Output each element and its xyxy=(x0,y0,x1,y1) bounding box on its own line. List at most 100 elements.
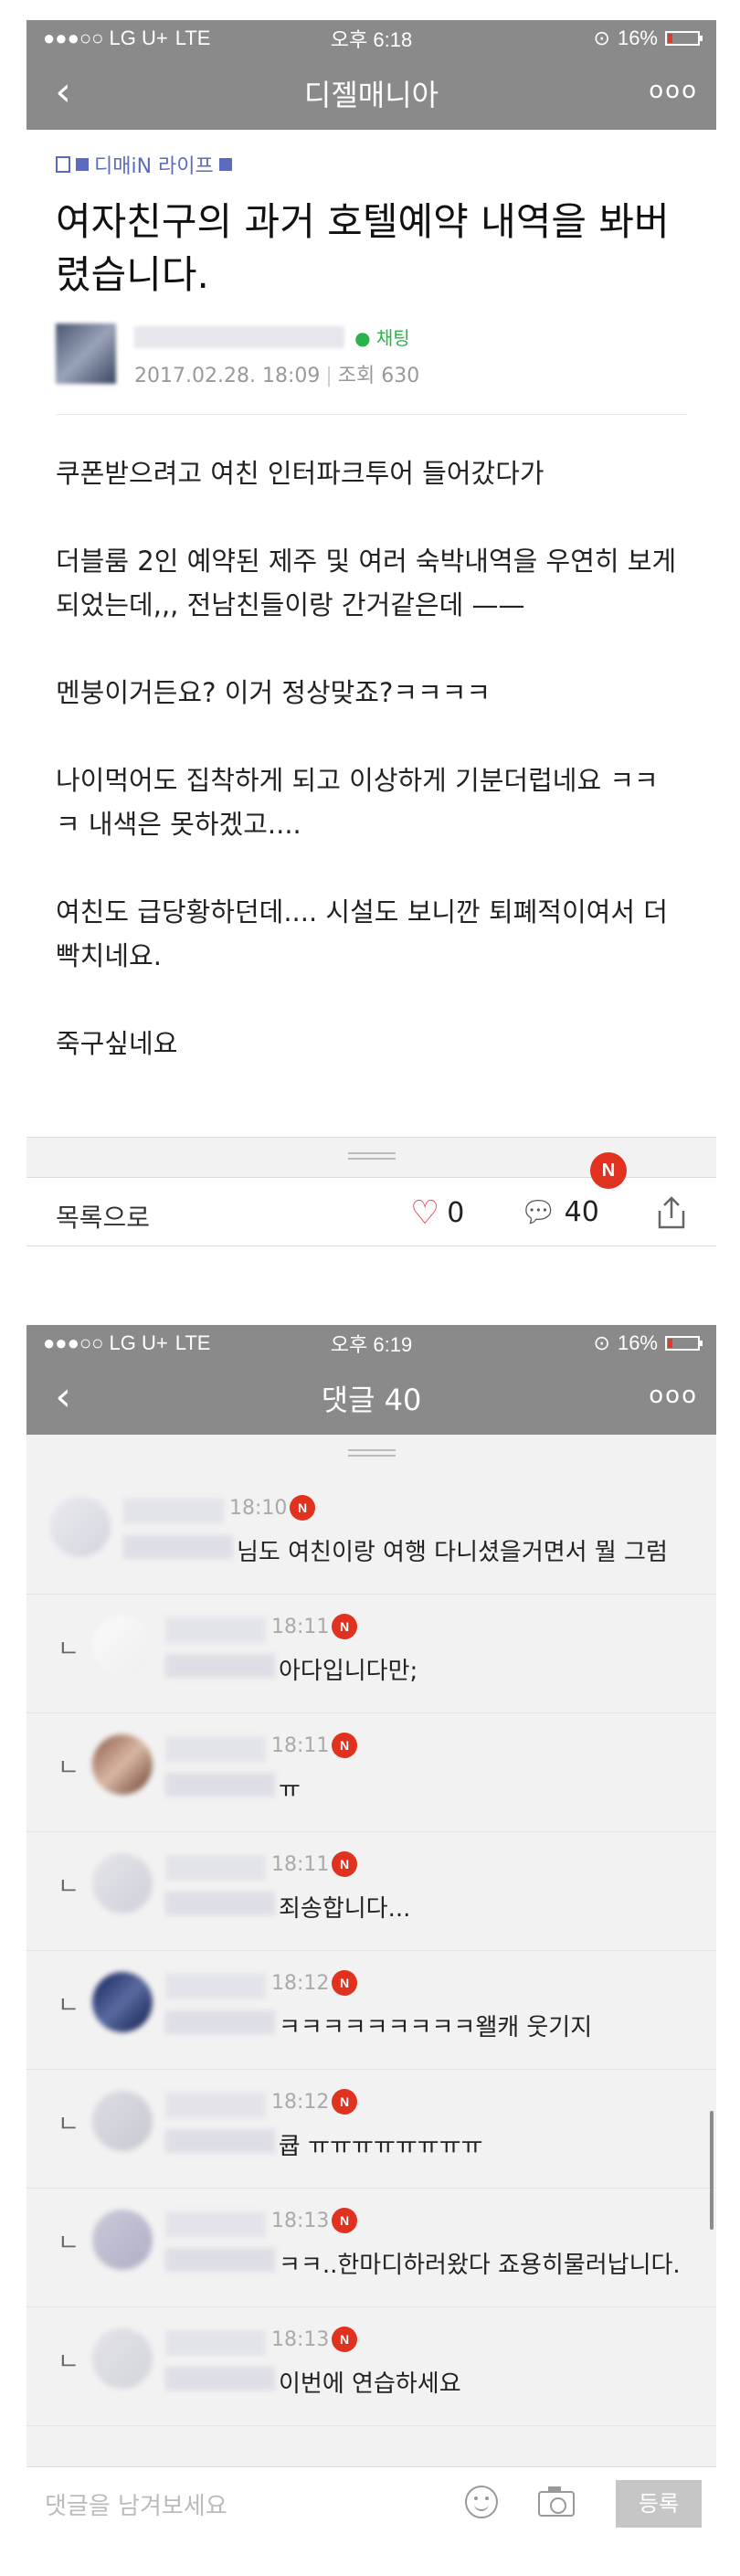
comment-list: 18:10 N 님도 여친이랑 여행 다니셨을거면서 뭘 그럼 ㄴ 18:11 N 아다입니… xyxy=(26,1475,716,2467)
heart-icon: ♡ xyxy=(410,1194,440,1232)
submit-button[interactable]: 등록 xyxy=(616,2480,702,2528)
avatar[interactable] xyxy=(92,2210,153,2270)
comment-time: 18:13 xyxy=(271,2210,330,2232)
emoji-icon[interactable] xyxy=(465,2486,498,2518)
new-badge: N xyxy=(332,2208,357,2233)
commenter-name[interactable] xyxy=(165,2211,266,2237)
battery-percent: 16% xyxy=(617,27,658,49)
comment-text: 님도 여친이랑 여행 다니셨을거면서 뭘 그럼 xyxy=(237,1539,668,1566)
comment-input[interactable]: 댓글을 남겨보세요 xyxy=(45,2487,227,2521)
avatar[interactable] xyxy=(92,2091,153,2151)
comment-item[interactable]: ㄴ 18:13 N ㅋㅋ..한마디하러왔다 죠용히물러납니다. xyxy=(26,2188,716,2307)
document-icon xyxy=(56,156,70,173)
reply-arrow-icon: ㄴ xyxy=(58,1636,79,1663)
body-paragraph: 나이먹어도 집착하게 되고 이상하게 기분더럽네요 ㅋㅋㅋ 내색은 못하겠고..… xyxy=(56,765,659,840)
commenter-name[interactable] xyxy=(123,1499,224,1524)
redacted-text xyxy=(123,1535,233,1559)
like-button[interactable]: ♡ 0 xyxy=(410,1194,464,1232)
post-screen: ●●●○○ LG U+ LTE 오후 6:18 ⊙ 16% ‹ 디젤매니아 oo… xyxy=(26,20,716,1246)
camera-icon[interactable] xyxy=(538,2486,575,2517)
drag-handle[interactable] xyxy=(26,1435,716,1475)
scrollbar[interactable] xyxy=(710,2111,714,2230)
redacted-text xyxy=(165,1892,275,1915)
author-name[interactable] xyxy=(134,325,344,348)
square-icon xyxy=(218,158,232,171)
list-button[interactable]: 목록으로 xyxy=(56,1198,150,1235)
body-paragraph: 여친도 급당황하던데.... 시설도 보니깐 퇴폐적이여서 더 빡치네요. xyxy=(56,896,668,971)
more-icon[interactable]: ooo xyxy=(649,77,698,104)
avatar[interactable] xyxy=(92,1616,153,1676)
new-badge: N xyxy=(332,2089,357,2115)
battery-percent: 16% xyxy=(617,1331,658,1354)
chat-link[interactable]: ● 채팅 xyxy=(354,327,410,349)
status-bar: ●●●○○ LG U+ LTE 오후 6:18 ⊙ 16% xyxy=(26,20,716,57)
reply-arrow-icon: ㄴ xyxy=(58,2111,79,2138)
commenter-name[interactable] xyxy=(165,1736,266,1762)
comment-time: 18:10 xyxy=(229,1497,288,1520)
new-badge: N xyxy=(332,2327,357,2352)
commenter-name[interactable] xyxy=(165,1855,266,1881)
speech-bubble-icon: 💬︎ xyxy=(520,1194,557,1229)
board-name: 디매iN 라이프 xyxy=(94,155,214,178)
avatar[interactable] xyxy=(56,323,116,384)
comment-item[interactable]: ㄴ 18:11 N ㅠ xyxy=(26,1712,716,1832)
redacted-text xyxy=(165,2248,275,2272)
body-paragraph: 죽구싶네요 xyxy=(56,1028,178,1059)
redacted-text xyxy=(165,2367,275,2390)
chat-icon: ● xyxy=(354,327,371,349)
comment-item[interactable]: ㄴ 18:11 N 아다입니다만; xyxy=(26,1594,716,1713)
avatar[interactable] xyxy=(92,1972,153,2032)
comment-item[interactable]: ㄴ 18:11 N 죄송합니다... xyxy=(26,1831,716,1951)
avatar[interactable] xyxy=(50,1497,111,1557)
avatar[interactable] xyxy=(92,1734,153,1795)
reply-arrow-icon: ㄴ xyxy=(58,1873,79,1901)
battery-icon xyxy=(665,31,703,46)
comment-time: 18:12 xyxy=(271,2091,330,2114)
rotation-lock-icon: ⊙ xyxy=(593,1331,610,1354)
chat-label: 채팅 xyxy=(375,327,410,349)
network-label: LTE xyxy=(174,1331,211,1354)
new-badge: N xyxy=(590,1152,627,1189)
comment-item[interactable]: 18:10 N 님도 여친이랑 여행 다니셨을거면서 뭘 그럼 xyxy=(26,1475,716,1595)
page-title: 디젤매니아 xyxy=(303,78,439,112)
comment-text: 죄송합니다... xyxy=(279,1895,411,1923)
chevron-left-icon[interactable]: ‹ xyxy=(45,69,81,115)
rotation-lock-icon: ⊙ xyxy=(593,27,610,49)
comment-button[interactable]: 💬︎ 40 xyxy=(520,1194,599,1229)
nav-bar: ‹ 댓글 40 ooo xyxy=(26,1362,716,1435)
grip-icon xyxy=(347,1449,396,1457)
reply-arrow-icon: ㄴ xyxy=(58,2348,79,2376)
commenter-name[interactable] xyxy=(165,2330,266,2356)
comment-item[interactable]: ㄴ 18:12 N ㅋㅋㅋㅋㅋㅋㅋㅋㅋ왤캐 웃기지 xyxy=(26,1950,716,2070)
post-date: 2017.02.28. 18:09 xyxy=(134,365,321,387)
new-badge: N xyxy=(332,1614,357,1639)
comment-text: 아다입니다만; xyxy=(279,1658,418,1685)
comment-text: ㅠ xyxy=(279,1776,301,1804)
new-badge: N xyxy=(332,1851,357,1877)
commenter-name[interactable] xyxy=(165,2093,266,2118)
comments-screen: ●●●○○ LG U+ LTE 오후 6:19 ⊙ 16% ‹ 댓글 40 oo… xyxy=(26,1325,716,2540)
reply-arrow-icon: ㄴ xyxy=(58,1754,79,1782)
post-title: 여자친구의 과거 호텔예약 내역을 봐버렸습니다. xyxy=(56,199,670,297)
commenter-name[interactable] xyxy=(165,1974,266,1999)
battery-icon xyxy=(665,1336,703,1351)
comment-item[interactable]: ㄴ 18:12 N 큡 ㅠㅠㅠㅠㅠㅠㅠㅠ xyxy=(26,2069,716,2189)
avatar[interactable] xyxy=(92,2328,153,2389)
commenter-name[interactable] xyxy=(165,1617,266,1643)
divider xyxy=(56,414,687,415)
comment-count: 40 xyxy=(564,1195,599,1228)
action-bar: 목록으로 ♡ 0 💬︎ 40 N xyxy=(26,1152,716,1246)
avatar[interactable] xyxy=(92,1853,153,1913)
comment-item[interactable]: ㄴ 18:13 N 이번에 연습하세요 xyxy=(26,2306,716,2426)
chevron-left-icon[interactable]: ‹ xyxy=(45,1374,81,1420)
comment-time: 18:11 xyxy=(271,1734,330,1757)
carrier-label: ●●●○○ LG U+ xyxy=(43,1331,168,1354)
share-icon[interactable] xyxy=(654,1194,689,1231)
square-icon xyxy=(76,158,89,171)
body-paragraph: 더블룸 2인 예약된 제주 및 여러 숙박내역을 우연히 보게되었는데,,, 전… xyxy=(56,546,677,620)
more-icon[interactable]: ooo xyxy=(649,1382,698,1409)
breadcrumb[interactable]: 디매iN 라이프 xyxy=(56,150,716,179)
comment-time: 18:11 xyxy=(271,1853,330,1876)
comment-text: 큡 ㅠㅠㅠㅠㅠㅠㅠㅠ xyxy=(279,2133,483,2160)
author-row: ● 채팅 2017.02.28. 18:09 | 조회 630 xyxy=(56,323,716,388)
